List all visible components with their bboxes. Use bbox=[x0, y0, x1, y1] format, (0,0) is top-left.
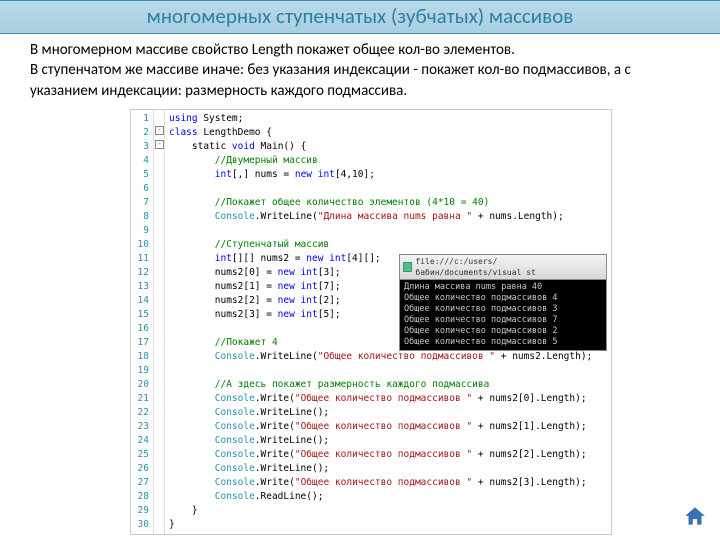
fold-box-icon[interactable]: - bbox=[155, 126, 164, 135]
console-window: file:///c:/users/бабин/documents/visual … bbox=[399, 254, 607, 351]
code-editor: 1234567891011121314151617181920212223242… bbox=[130, 109, 612, 535]
fold-gutter: - - bbox=[154, 110, 165, 534]
line-numbers: 1234567891011121314151617181920212223242… bbox=[131, 110, 154, 534]
console-title: file:///c:/users/бабин/documents/visual … bbox=[415, 256, 603, 278]
home-button[interactable] bbox=[682, 504, 708, 530]
slide-body: В многомерном массиве свойство Length по… bbox=[0, 34, 720, 105]
slide-title: многомерных ступенчатых (зубчатых) масси… bbox=[0, 0, 720, 34]
console-titlebar: file:///c:/users/бабин/documents/visual … bbox=[400, 255, 606, 280]
para-1: В многомерном массиве свойство Length по… bbox=[30, 40, 700, 60]
console-output: Длина массива nums равна 40 Общее количе… bbox=[400, 280, 606, 350]
para-2: В ступенчатом же массиве иначе: без указ… bbox=[30, 60, 700, 101]
console-app-icon bbox=[403, 262, 412, 272]
fold-box-icon[interactable]: - bbox=[155, 140, 164, 149]
